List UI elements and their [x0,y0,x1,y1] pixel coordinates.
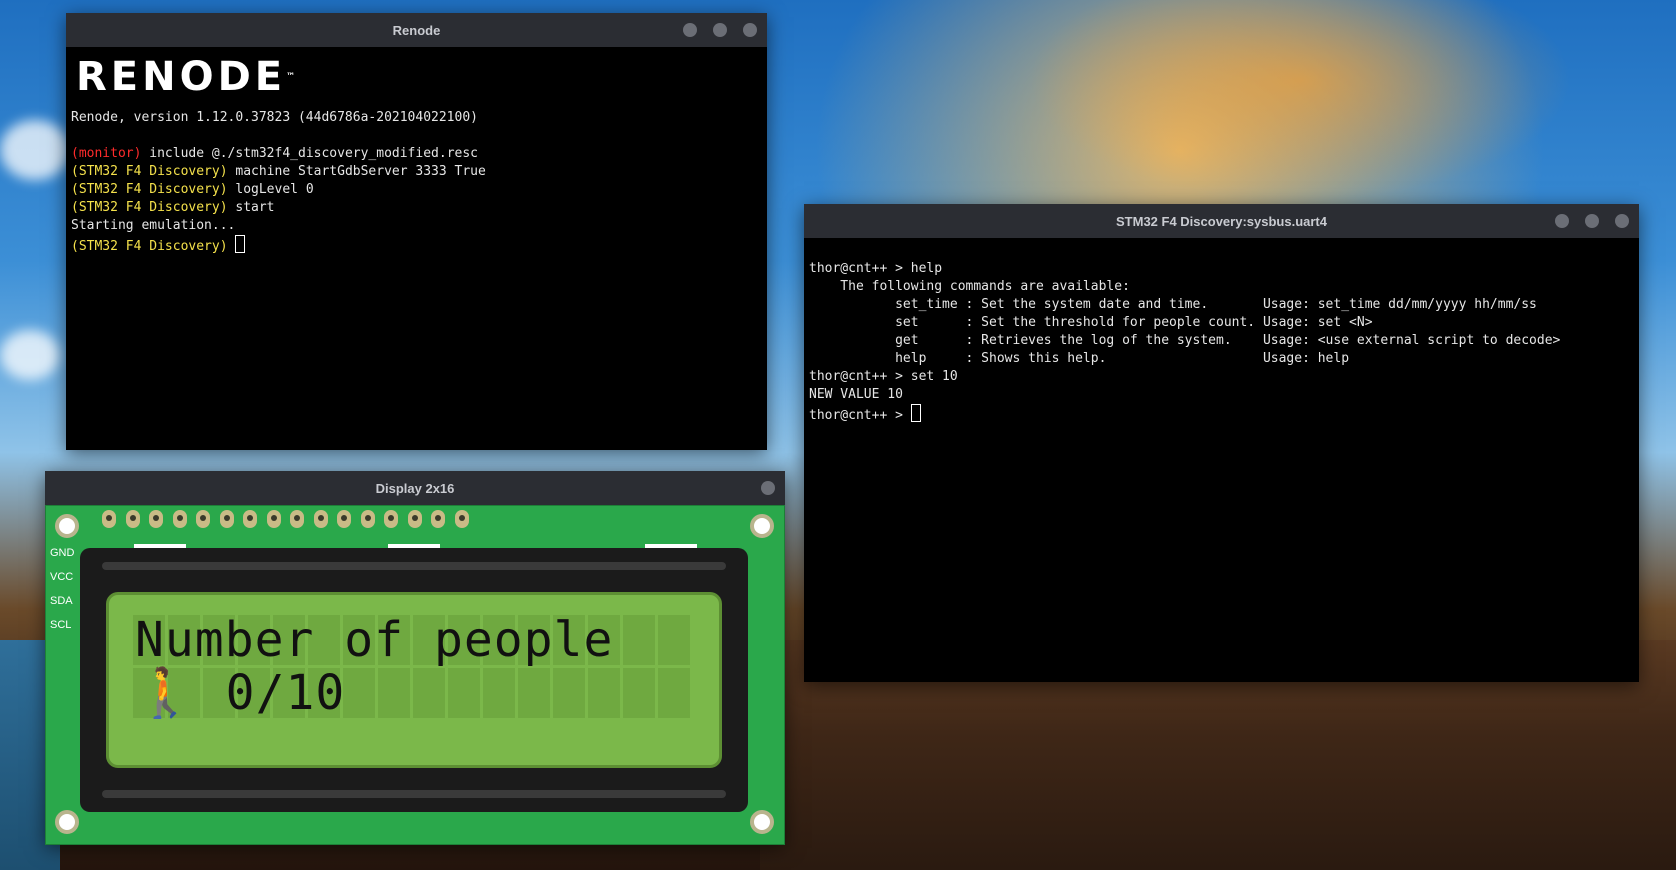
terminal-line: thor@cnt++ > set 10 [809,369,958,384]
close-button[interactable] [1615,214,1629,228]
renode-titlebar[interactable]: Renode [66,13,767,47]
version-line: Renode, version 1.12.0.37823 (44d6786a-2… [71,110,478,125]
header-pin [337,510,351,528]
window-title: STM32 F4 Discovery:sysbus.uart4 [1116,213,1327,229]
renode-logo: RENODE™ [76,54,296,100]
terminal-line: get : Retrieves the log of the system. U… [809,333,1561,348]
status-line: Starting emulation... [71,218,236,233]
renode-window[interactable]: Renode RENODE™ Renode, version 1.12.0.37… [66,13,767,450]
header-pin [455,510,469,528]
lcd-board: GND VCC SDA SCL Number of people 🚶 0/10 [45,505,785,845]
lcd-line-2: 🚶 0/10 [135,665,346,721]
lcd-screen: Number of people 🚶 0/10 [106,592,722,768]
uart-window[interactable]: STM32 F4 Discovery:sysbus.uart4 thor@cnt… [804,204,1639,682]
terminal-line: (STM32 F4 Discovery) machine StartGdbSer… [71,164,486,179]
pin-label-sda: SDA [50,595,73,607]
wallpaper-cloud [0,330,60,380]
mount-hole [55,810,79,834]
renode-terminal[interactable]: Renode, version 1.12.0.37823 (44d6786a-2… [66,103,767,262]
mount-hole [55,514,79,538]
minimize-button[interactable] [683,23,697,37]
maximize-button[interactable] [713,23,727,37]
header-pin [149,510,163,528]
text-cursor [235,235,246,253]
minimize-button[interactable] [1555,214,1569,228]
terminal-line: (STM32 F4 Discovery) start [71,200,275,215]
display-window[interactable]: Display 2x16 GND VCC SDA SCL Number of p… [45,471,785,845]
terminal-line: set_time : Set the system date and time.… [809,297,1537,312]
terminal-line: thor@cnt++ > help [809,261,943,276]
header-pin [243,510,257,528]
terminal-line: NEW VALUE 10 [809,387,903,402]
uart-terminal[interactable]: thor@cnt++ > help The following commands… [804,238,1639,431]
terminal-line: help : Shows this help. Usage: help [809,351,1350,366]
header-pin [102,510,116,528]
window-title: Renode [392,22,441,38]
header-pin [173,510,187,528]
close-button[interactable] [743,23,757,37]
header-pin [314,510,328,528]
pin-label-scl: SCL [50,619,72,631]
display-titlebar[interactable]: Display 2x16 [45,471,785,505]
terminal-line: The following commands are available: [809,279,1130,294]
wallpaper-cloud [0,120,70,180]
bezel-bar [102,562,726,570]
terminal-line: set : Set the threshold for people count… [809,315,1373,330]
text-cursor [910,404,921,422]
pin-label-vcc: VCC [50,571,74,583]
uart-titlebar[interactable]: STM32 F4 Discovery:sysbus.uart4 [804,204,1639,238]
mount-hole [750,810,774,834]
bezel-bar [102,790,726,798]
close-button[interactable] [761,481,775,495]
header-pin [431,510,445,528]
mount-hole [750,514,774,538]
header-pin [267,510,281,528]
header-pin [290,510,304,528]
lcd-line-1: Number of people [135,612,614,668]
wallpaper-palm [1000,0,1676,230]
terminal-line: (monitor) include @./stm32f4_discovery_m… [71,146,478,161]
header-pin [196,510,210,528]
lcd-bezel: Number of people 🚶 0/10 [80,548,748,812]
terminal-line: (STM32 F4 Discovery) logLevel 0 [71,182,314,197]
maximize-button[interactable] [1585,214,1599,228]
header-pin [126,510,140,528]
pin-label-gnd: GND [50,547,75,559]
window-title: Display 2x16 [375,480,455,496]
header-pin [408,510,422,528]
header-pin [361,510,375,528]
prompt-line[interactable]: (STM32 F4 Discovery) [71,235,762,256]
header-pin [220,510,234,528]
prompt-line[interactable]: thor@cnt++ > [809,404,1634,425]
header-pin [384,510,398,528]
